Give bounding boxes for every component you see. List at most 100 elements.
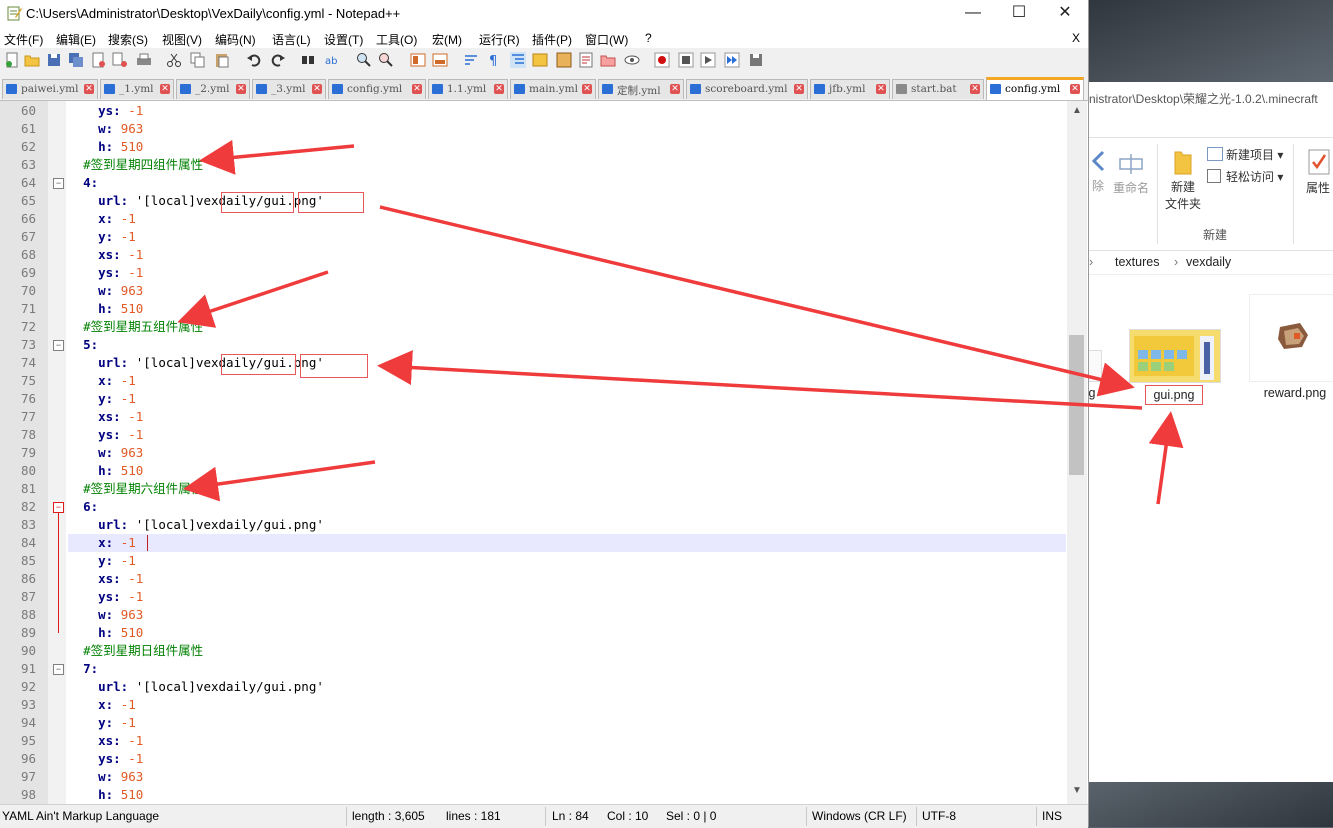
paste-icon[interactable] [214,52,230,68]
close-file-icon[interactable] [90,52,106,68]
menu-settings[interactable]: 设置(T) [324,31,363,48]
menu-encoding[interactable]: 编码(N) [215,31,256,48]
rename-button[interactable]: 重命名 [1111,150,1151,196]
redo-icon[interactable] [270,52,286,68]
close-tab-icon[interactable]: ✕ [84,84,94,94]
breadcrumb-item[interactable]: vexdaily [1186,255,1231,269]
file-label-gui[interactable]: gui.png [1145,385,1203,405]
save-macro-icon[interactable] [748,52,764,68]
tab-main[interactable]: main.yml ✕ [510,79,596,99]
replace-icon[interactable]: ab [324,52,340,68]
print-icon[interactable] [136,52,152,68]
code-line[interactable]: w: 963 [68,282,143,300]
zoom-out-icon[interactable] [378,52,394,68]
udl-icon[interactable] [532,52,548,68]
fold-toggle-icon[interactable]: − [53,178,64,189]
close-tab-icon[interactable]: ✕ [582,84,592,94]
close-tab-icon[interactable]: ✕ [876,84,886,94]
code-line[interactable]: h: 510 [68,138,143,156]
close-tab-icon[interactable]: ✕ [236,84,246,94]
code-line[interactable]: y: -1 [68,552,136,570]
title-bar[interactable]: C:\Users\Administrator\Desktop\VexDaily\… [0,0,1088,28]
code-line[interactable]: 7: [68,660,98,678]
new-file-icon[interactable] [4,52,20,68]
code-line[interactable]: w: 963 [68,444,143,462]
tab-scoreboard[interactable]: scoreboard.yml ✕ [686,79,808,99]
code-line[interactable]: 5: [68,336,98,354]
show-all-chars-icon[interactable]: ¶ [486,52,502,68]
minimize-button[interactable]: — [950,0,996,28]
code-line[interactable]: 4: [68,174,98,192]
code-line[interactable]: ys: -1 [68,426,143,444]
code-line[interactable]: h: 510 [68,462,143,480]
undo-icon[interactable] [246,52,262,68]
close-tab-icon[interactable]: ✕ [160,84,170,94]
doc-map-icon[interactable] [556,52,572,68]
tab-paiwei[interactable]: paiwei.yml ✕ [2,79,98,99]
code-line[interactable]: 6: [68,498,98,516]
play-macro-icon[interactable] [700,52,716,68]
close-button[interactable]: ✕ [1042,0,1088,28]
menu-macro[interactable]: 宏(M) [432,31,462,48]
close-tab-icon[interactable]: ✕ [1070,84,1080,94]
code-line[interactable]: ys: -1 [68,750,143,768]
close-tab-icon[interactable]: ✕ [494,84,504,94]
code-line[interactable]: #签到星期日组件属性 [68,642,203,660]
menu-tools[interactable]: 工具(O) [376,31,417,48]
code-editor[interactable]: 60 61 62 63 64 65 66 67 68 69 70 71 72 73 74 75 76 77 78 79… [0,101,1088,804]
close-tab-icon[interactable]: ✕ [412,84,422,94]
save-icon[interactable] [46,52,62,68]
fold-toggle-icon[interactable]: − [53,664,64,675]
function-list-icon[interactable] [578,52,594,68]
sync-horizontal-icon[interactable] [432,52,448,68]
code-line[interactable]: url: '[local]vexdaily/gui.png' [68,516,324,534]
properties-button[interactable]: 属性 [1301,148,1333,196]
scrollbar-thumb[interactable] [1069,335,1084,475]
tab-config[interactable]: config.yml ✕ [328,79,426,99]
tab-1-1[interactable]: 1.1.yml ✕ [428,79,508,99]
code-line[interactable]: x: -1 [68,696,136,714]
close-tab-icon[interactable]: ✕ [312,84,322,94]
code-line[interactable]: ys: -1 [68,264,143,282]
menu-run[interactable]: 运行(R) [479,31,520,48]
folder-workspace-icon[interactable] [600,52,616,68]
file-thumbnail-gui[interactable] [1129,329,1221,383]
code-line[interactable]: y: -1 [68,714,136,732]
indent-guide-icon[interactable] [510,52,526,68]
code-line[interactable]: w: 963 [68,120,143,138]
code-line[interactable]: xs: -1 [68,732,143,750]
maximize-button[interactable]: ☐ [996,0,1042,28]
code-line[interactable]: #签到星期四组件属性 [68,156,203,174]
find-icon[interactable] [300,52,316,68]
code-line[interactable]: w: 963 [68,768,143,786]
tab-2[interactable]: _2.yml ✕ [176,79,250,99]
menu-window[interactable]: 窗口(W) [585,31,628,48]
monitoring-icon[interactable] [624,52,640,68]
copy-icon[interactable] [190,52,206,68]
menu-file[interactable]: 文件(F) [4,31,43,48]
menu-view[interactable]: 视图(V) [162,31,202,48]
menu-language[interactable]: 语言(L) [272,31,311,48]
code-line[interactable]: y: -1 [68,390,136,408]
code-line[interactable]: w: 963 [68,606,143,624]
code-line[interactable]: h: 510 [68,786,143,804]
scroll-down-icon[interactable]: ▼ [1071,785,1083,797]
word-wrap-icon[interactable] [464,52,480,68]
vertical-scrollbar[interactable]: ▲ ▼ [1067,101,1087,804]
code-line[interactable]: #签到星期五组件属性 [68,318,203,336]
zoom-in-icon[interactable] [356,52,372,68]
menu-help[interactable]: ? [645,31,652,45]
fold-toggle-icon[interactable]: − [53,340,64,351]
file-thumbnail-reward[interactable] [1249,294,1333,382]
close-tab-icon[interactable]: ✕ [670,84,680,94]
menu-plugins[interactable]: 插件(P) [532,31,572,48]
close-tab-icon[interactable]: ✕ [794,84,804,94]
code-line[interactable]: ys: -1 [68,102,143,120]
menu-search[interactable]: 搜索(S) [108,31,148,48]
close-all-icon[interactable] [112,52,128,68]
code-line[interactable]: #签到星期六组件属性 [68,480,203,498]
tab-1[interactable]: _1.yml ✕ [100,79,174,99]
code-line[interactable]: y: -1 [68,228,136,246]
new-item-button[interactable]: 新建项目 ▾ [1207,146,1291,163]
tab-config-active[interactable]: config.yml ✕ [986,77,1084,100]
